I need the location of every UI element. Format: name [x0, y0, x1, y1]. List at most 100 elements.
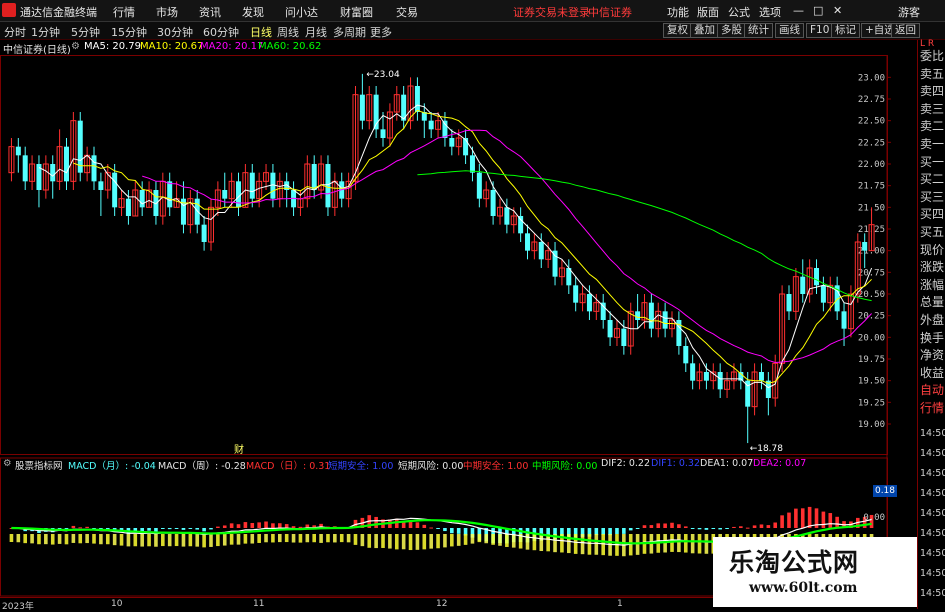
- period-monthly[interactable]: 月线: [305, 24, 327, 40]
- sub-axis-label: 0.00: [863, 513, 885, 523]
- panel-time-2: 14:50: [920, 468, 945, 479]
- macd-bar: [443, 528, 447, 532]
- risk-bar: [264, 534, 268, 543]
- risk-bar: [505, 534, 509, 547]
- macd-bar: [222, 525, 227, 528]
- panel-label-19[interactable]: 自动: [920, 382, 945, 399]
- dea2-value: DEA2: 0.07: [753, 458, 807, 469]
- candle-body: [249, 172, 255, 199]
- period-60min[interactable]: 60分钟: [203, 24, 239, 40]
- menu-wealth-circle[interactable]: 财富圈: [340, 4, 373, 20]
- candle-body: [469, 155, 475, 173]
- risk-bar: [388, 534, 392, 549]
- period-more[interactable]: 更多: [370, 24, 392, 40]
- risk-bar: [697, 534, 702, 554]
- menu-options[interactable]: 选项: [759, 4, 781, 20]
- macd-bar: [85, 526, 89, 528]
- dea1-value: DEA1: 0.07: [700, 458, 754, 469]
- candle-body: [428, 120, 434, 130]
- risk-bar: [319, 534, 323, 543]
- kline-chart[interactable]: 23.0022.7522.5022.2522.0021.7521.5021.25…: [0, 55, 917, 597]
- panel-label-4: 卖二: [920, 119, 945, 134]
- macd-bar: [794, 508, 798, 528]
- period-5min[interactable]: 5分钟: [71, 24, 100, 40]
- draw-line-button[interactable]: 画线: [775, 23, 804, 38]
- panel-time-7: 14:50: [920, 568, 945, 579]
- candle-body: [814, 268, 820, 286]
- trade-login-notice[interactable]: 证券交易未登录: [513, 4, 590, 20]
- macd-bar: [216, 526, 220, 528]
- menu-functions[interactable]: 功能: [667, 4, 689, 20]
- menu-market-quotes[interactable]: 行情: [113, 4, 135, 20]
- mark-button[interactable]: 标记: [831, 23, 860, 38]
- candle-body: [518, 216, 524, 234]
- risk-bar: [202, 534, 206, 548]
- risk-bar: [85, 534, 89, 544]
- close-icon[interactable]: ✕: [833, 4, 842, 17]
- candle-body: [22, 155, 28, 182]
- macd-bar: [202, 528, 206, 532]
- menu-trade[interactable]: 交易: [396, 4, 418, 20]
- menu-news[interactable]: 资讯: [199, 4, 221, 20]
- guest-user[interactable]: 游客: [898, 4, 920, 20]
- menu-bar: 通达信金融终端 行情 市场 资讯 发现 问小达 财富圈 交易 证券交易未登录 中…: [0, 0, 945, 22]
- menu-ask-xiaoda[interactable]: 问小达: [285, 4, 318, 20]
- risk-bar: [140, 534, 144, 547]
- macd-bar: [759, 524, 764, 528]
- overlay-button[interactable]: 叠加: [690, 23, 719, 38]
- macd-bar: [800, 508, 805, 528]
- candle-body: [504, 207, 510, 225]
- price-tick-label: 21.75: [858, 182, 885, 192]
- candle-body: [621, 328, 627, 346]
- f10-button[interactable]: F10: [806, 23, 834, 38]
- menu-market[interactable]: 市场: [156, 4, 178, 20]
- panel-label-20[interactable]: 行情: [920, 400, 945, 417]
- candle-body: [841, 311, 847, 329]
- macd-bar: [615, 528, 619, 534]
- price-tick-label: 23.00: [858, 73, 885, 83]
- candle-body: [476, 172, 482, 199]
- risk-bar: [374, 534, 378, 549]
- macd-bar: [601, 528, 606, 535]
- candle-body: [662, 311, 668, 329]
- menu-formula[interactable]: 公式: [728, 4, 750, 20]
- broker-name[interactable]: 中信证券: [588, 4, 632, 20]
- ma10-value: MA10: 20.67: [140, 41, 204, 52]
- ma20-line: [142, 129, 872, 364]
- macd-bar: [622, 528, 626, 534]
- menu-discover[interactable]: 发现: [242, 4, 264, 20]
- risk-bar: [333, 534, 337, 543]
- macd-bar: [78, 527, 83, 529]
- multi-stock-button[interactable]: 多股: [717, 23, 746, 38]
- menu-layout[interactable]: 版面: [697, 4, 719, 20]
- panel-time-5: 14:50: [920, 528, 945, 539]
- macd-bar: [725, 528, 729, 529]
- panel-label-9: 买四: [920, 207, 945, 222]
- period-intraday[interactable]: 分时: [4, 24, 26, 40]
- risk-bar: [436, 534, 440, 549]
- settings-icon[interactable]: ⚙: [71, 41, 80, 52]
- macd-bar: [807, 506, 812, 528]
- period-multi[interactable]: 多周期: [333, 24, 366, 40]
- period-30min[interactable]: 30分钟: [157, 24, 193, 40]
- risk-bar: [188, 534, 193, 547]
- risk-bar: [429, 534, 433, 549]
- stats-button[interactable]: 统计: [744, 23, 773, 38]
- candle-body: [758, 372, 764, 381]
- back-button[interactable]: 返回: [891, 23, 920, 38]
- period-weekly[interactable]: 周线: [277, 24, 299, 40]
- indicator-settings-icon[interactable]: ⚙: [3, 458, 12, 469]
- period-daily[interactable]: 日线: [250, 24, 272, 40]
- adjust-button[interactable]: 复权: [663, 23, 692, 38]
- period-1min[interactable]: 1分钟: [31, 24, 60, 40]
- risk-bar: [44, 534, 48, 545]
- candle-body: [380, 129, 386, 138]
- minimize-icon[interactable]: —: [793, 4, 804, 17]
- risk-bar: [222, 534, 227, 546]
- period-15min[interactable]: 15分钟: [111, 24, 147, 40]
- panel-time-0: 14:50: [920, 428, 945, 439]
- panel-label-14: 总量: [920, 295, 945, 310]
- macd-bar: [649, 525, 654, 528]
- maximize-icon[interactable]: □: [813, 4, 823, 17]
- risk-bar: [456, 534, 461, 546]
